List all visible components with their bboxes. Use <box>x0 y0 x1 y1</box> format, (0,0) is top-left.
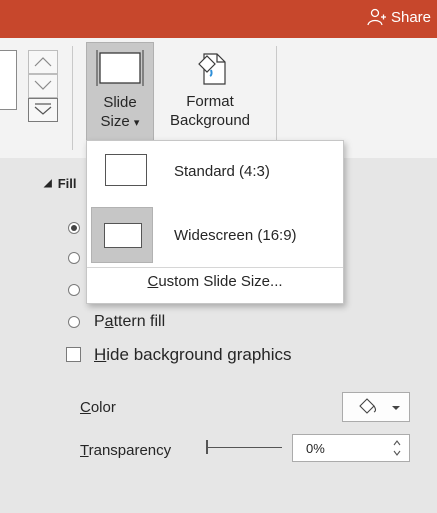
format-background-icon <box>198 53 226 85</box>
hide-background-label: Hide background graphics <box>94 345 292 365</box>
fill-section-header[interactable]: ◢ Fill <box>44 176 76 191</box>
slide-size-label-2: Size <box>100 113 130 130</box>
transparency-slider-thumb[interactable] <box>206 440 208 454</box>
spin-arrows-icon[interactable] <box>393 439 401 457</box>
pattern-fill-label: Pattern fill <box>94 313 165 331</box>
color-label-part: olor <box>90 399 116 416</box>
ribbon-separator <box>72 46 73 150</box>
custom-slide-size-accel: C <box>147 273 159 290</box>
menu-separator <box>87 267 343 268</box>
pattern-fill-radio[interactable] <box>68 316 80 328</box>
spin-up-button[interactable] <box>28 50 58 74</box>
slide-size-button[interactable]: Slide Size ▾ <box>86 42 154 147</box>
menu-item-widescreen-label: Widescreen (16:9) <box>174 227 297 244</box>
menu-item-widescreen[interactable]: Widescreen (16:9) <box>87 205 343 265</box>
chevron-down-icon <box>392 406 400 410</box>
color-label: Color <box>80 399 116 416</box>
hide-background-accel: H <box>94 345 107 364</box>
solid-fill-radio[interactable] <box>68 222 80 234</box>
transparency-slider-track[interactable] <box>206 447 282 448</box>
spin-controls <box>28 50 58 150</box>
format-background-button[interactable]: Format Background <box>158 42 262 145</box>
gradient-fill-radio[interactable] <box>68 252 80 264</box>
spin-down-button[interactable] <box>28 74 58 98</box>
slide-size-menu: Standard (4:3) Widescreen (16:9) Custom … <box>86 140 344 304</box>
slide-size-label-1: Slide <box>103 94 137 111</box>
font-size-box[interactable] <box>0 50 17 110</box>
ribbon-separator <box>276 46 277 150</box>
format-background-label-1: Format <box>186 93 234 110</box>
share-label: Share <box>390 8 431 26</box>
chevron-down-icon <box>34 80 52 90</box>
person-add-icon <box>367 8 386 26</box>
color-picker-button[interactable] <box>342 392 410 422</box>
pattern-fill-label-part: P <box>94 313 105 330</box>
share-button[interactable]: Share <box>366 8 431 26</box>
menu-item-custom-slide-size[interactable]: Custom Slide Size... <box>87 273 343 290</box>
paint-bucket-icon <box>359 398 377 414</box>
menu-item-standard-label: Standard (4:3) <box>174 163 270 180</box>
chevron-down-line-icon <box>34 103 52 115</box>
menu-item-standard[interactable]: Standard (4:3) <box>87 143 343 201</box>
hide-background-label-part: ide background graphics <box>106 345 292 364</box>
widescreen-slide-icon <box>104 223 142 248</box>
hide-background-checkbox[interactable] <box>66 347 81 362</box>
fill-section-label: Fill <box>57 176 77 191</box>
transparency-accel: T <box>80 442 89 459</box>
title-bar: Share <box>0 0 437 38</box>
picture-fill-radio[interactable] <box>68 284 80 296</box>
transparency-label-part: ransparency <box>88 442 172 459</box>
transparency-label: Transparency <box>80 442 171 459</box>
chevron-down-icon: ▾ <box>133 117 140 129</box>
collapse-button[interactable] <box>28 98 58 122</box>
slide-size-label-2-wrap: Size ▾ <box>87 112 153 133</box>
transparency-value: 0% <box>306 441 325 456</box>
chevron-up-icon <box>34 57 52 67</box>
collapse-triangle-icon: ◢ <box>44 178 52 189</box>
format-background-label-2: Background <box>169 112 251 129</box>
transparency-input[interactable]: 0% <box>292 434 410 462</box>
color-accel: C <box>80 399 91 416</box>
custom-slide-size-label: ustom Slide Size... <box>158 273 283 290</box>
standard-slide-icon <box>105 154 147 186</box>
pattern-fill-accel: a <box>104 313 114 330</box>
pattern-fill-label-part: ttern fill <box>113 313 166 330</box>
standard-thumb-wrap <box>91 143 153 199</box>
slide-size-icon <box>96 50 144 86</box>
widescreen-thumb-wrap <box>91 207 153 263</box>
